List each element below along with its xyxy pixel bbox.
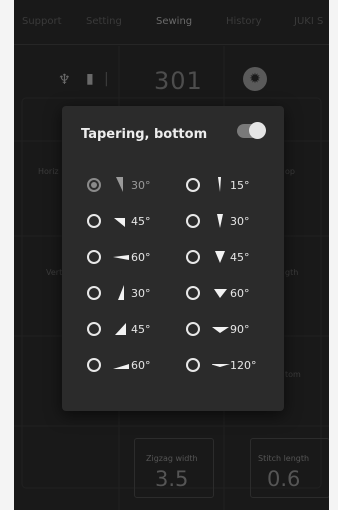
option-label: 90° (230, 323, 250, 336)
option-label: 30° (131, 179, 151, 192)
stitch-length-label: Stitch length (258, 454, 310, 463)
tab-juki[interactable]: JUKI S (294, 16, 323, 27)
gear-icon[interactable]: ✹ (243, 67, 267, 91)
option-flat-30[interactable]: 30° (87, 282, 182, 304)
sewing-screen: Support Setting Sewing History JUKI S ♆ … (14, 0, 329, 510)
option-narrow-120[interactable]: 120° (186, 354, 281, 376)
tab-support[interactable]: Support (22, 16, 62, 27)
option-pointed-30[interactable]: 30° (87, 174, 182, 196)
option-label: 60° (230, 287, 250, 300)
option-label: 60° (131, 359, 151, 372)
option-flat-45[interactable]: 45° (87, 318, 182, 340)
narrow-wedge-icon (217, 214, 223, 228)
option-label: 15° (230, 179, 250, 192)
bg-label-length: gth (285, 268, 299, 277)
radio-button[interactable] (186, 214, 200, 228)
tab-bar: Support Setting Sewing History JUKI S (14, 0, 329, 46)
tab-history[interactable]: History (226, 16, 262, 27)
radio-button[interactable] (87, 178, 101, 192)
radio-button[interactable] (87, 322, 101, 336)
narrow-wedge-icon (214, 289, 227, 298)
radio-button[interactable] (87, 286, 101, 300)
tab-divider (14, 44, 329, 45)
option-pointed-45[interactable]: 45° (87, 210, 182, 232)
narrow-wedge-icon (218, 177, 221, 192)
option-narrow-45[interactable]: 45° (186, 246, 281, 268)
presser-foot-icon[interactable]: ▮ (86, 71, 94, 87)
flat-wedge-icon (115, 323, 126, 335)
radio-button[interactable] (87, 358, 101, 372)
tab-sewing[interactable]: Sewing (156, 16, 192, 27)
narrow-wedge-icon (212, 364, 230, 367)
zigzag-width-label: Zigzag width (146, 454, 198, 463)
radio-button[interactable] (186, 322, 200, 336)
tapering-toggle[interactable] (237, 122, 266, 139)
option-pointed-60[interactable]: 60° (87, 246, 182, 268)
option-narrow-90[interactable]: 90° (186, 318, 281, 340)
bg-label-vertical: Vert (46, 268, 63, 277)
option-narrow-15[interactable]: 15° (186, 174, 281, 196)
zigzag-width-value: 3.5 (155, 467, 189, 491)
flat-wedge-icon (113, 364, 129, 369)
option-flat-60[interactable]: 60° (87, 354, 182, 376)
needle-icon[interactable]: ♆ (58, 72, 71, 88)
toolbar-divider: | (104, 71, 109, 87)
option-label: 120° (230, 359, 257, 372)
bg-label-top: op (285, 167, 295, 176)
option-label: 45° (131, 323, 151, 336)
option-label: 45° (230, 251, 250, 264)
radio-button[interactable] (87, 250, 101, 264)
stitch-length-value: 0.6 (267, 467, 301, 491)
option-narrow-60[interactable]: 60° (186, 282, 281, 304)
option-label: 45° (131, 215, 151, 228)
radio-button[interactable] (186, 358, 200, 372)
tapering-dialog: Tapering, bottom 30° 15° 45° 30° 60° 45°… (62, 106, 284, 411)
option-label: 60° (131, 251, 151, 264)
narrow-wedge-icon (215, 251, 225, 263)
flat-wedge-icon (118, 285, 124, 300)
toggle-knob (249, 122, 266, 139)
tab-setting[interactable]: Setting (86, 16, 122, 27)
radio-button[interactable] (87, 214, 101, 228)
pointed-wedge-icon (113, 255, 129, 260)
narrow-wedge-icon (212, 327, 229, 333)
pointed-wedge-icon (116, 177, 123, 192)
option-label: 30° (131, 287, 151, 300)
zigzag-width-box[interactable]: Zigzag width 3.5 (134, 438, 214, 498)
radio-button[interactable] (186, 286, 200, 300)
option-narrow-30[interactable]: 30° (186, 210, 281, 232)
dialog-title: Tapering, bottom (81, 127, 208, 142)
stitch-length-box[interactable]: Stitch length 0.6 (250, 438, 329, 498)
radio-button[interactable] (186, 250, 200, 264)
stitch-number[interactable]: 301 (154, 67, 203, 95)
radio-button[interactable] (186, 178, 200, 192)
pointed-wedge-icon (114, 218, 125, 227)
option-label: 30° (230, 215, 250, 228)
bg-label-horizontal: Horiz (38, 167, 59, 176)
bg-label-bottom: tom (285, 370, 301, 379)
